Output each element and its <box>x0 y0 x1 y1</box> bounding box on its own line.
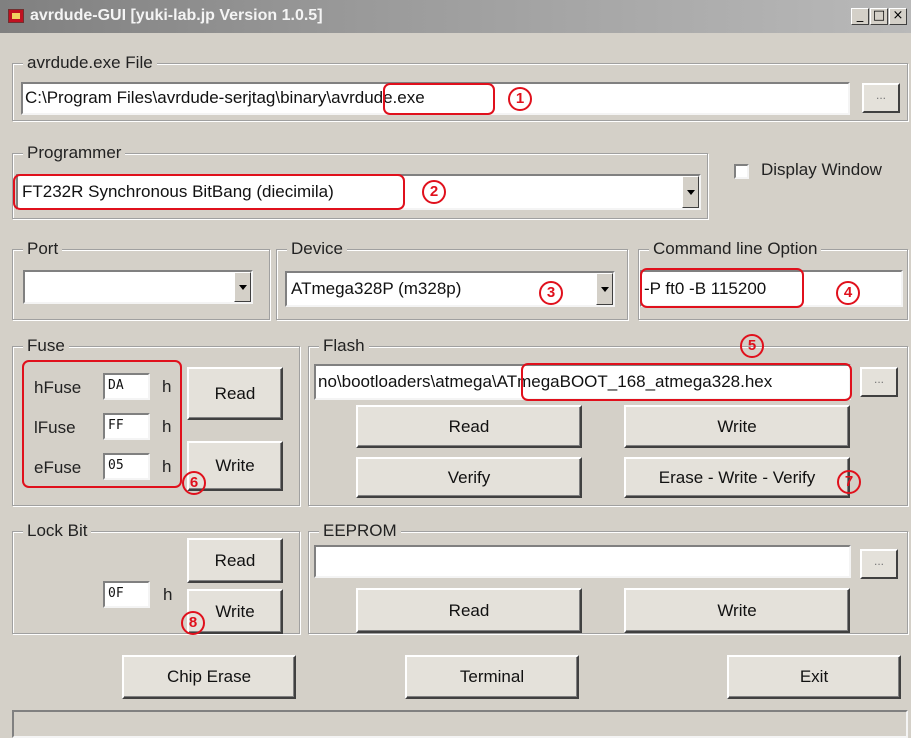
avrdude-browse-button[interactable]: ... <box>862 83 900 113</box>
chip-erase-label: Chip Erase <box>166 667 252 686</box>
port-select[interactable] <box>23 270 253 304</box>
efuse-label: eFuse <box>34 458 82 477</box>
command-line-input[interactable]: -P ft0 -B 115200 <box>640 270 903 307</box>
status-bar <box>12 710 908 738</box>
minimize-button[interactable]: _ <box>851 8 869 25</box>
eeprom-path-input[interactable] <box>314 545 851 578</box>
flash-verify-label: Verify <box>447 467 491 487</box>
flash-label: Flash <box>319 336 369 356</box>
eeprom-write-button[interactable]: Write <box>624 588 850 633</box>
lock-bit-label: Lock Bit <box>23 521 92 541</box>
flash-erase-write-verify-button[interactable]: Erase - Write - Verify <box>624 457 850 498</box>
avrdude-path-input[interactable]: C:\Program Files\avrdude-serjtag\binary\… <box>21 82 850 115</box>
eeprom-write-label: Write <box>717 600 757 620</box>
lock-bit-read-button[interactable]: Read <box>187 538 283 583</box>
hfuse-label: hFuse <box>34 378 82 397</box>
avrdude-path-exe: avrdude.exe <box>331 88 425 107</box>
fuse-label: Fuse <box>23 336 69 356</box>
flash-erase-write-verify-label: Erase - Write - Verify <box>658 467 816 487</box>
terminal-button[interactable]: Terminal <box>405 655 579 699</box>
efuse-input[interactable]: 05 <box>103 453 150 480</box>
display-window-label: Display Window <box>761 160 882 179</box>
annotation-marker-6: 6 <box>182 471 206 495</box>
annotation-marker-5: 5 <box>740 334 764 358</box>
flash-write-button[interactable]: Write <box>624 405 850 448</box>
avrdude-path-prefix: C:\Program Files\avrdude-serjtag\binary\ <box>25 88 332 107</box>
exit-button[interactable]: Exit <box>727 655 901 699</box>
command-line-label: Command line Option <box>649 239 822 259</box>
flash-read-button[interactable]: Read <box>356 405 582 448</box>
flash-path-input[interactable]: no\bootloaders\atmega\ATmegaBOOT_168_atm… <box>314 364 851 400</box>
display-window-checkbox[interactable] <box>734 164 749 179</box>
fuse-write-label: Write <box>215 456 255 475</box>
eeprom-read-label: Read <box>448 600 490 620</box>
app-window: avrdude-GUI [yuki-lab.jp Version 1.0.5] … <box>0 0 911 738</box>
eeprom-read-button[interactable]: Read <box>356 588 582 633</box>
close-button[interactable]: × <box>889 8 907 25</box>
programmer-select[interactable]: FT232R Synchronous BitBang (diecimila) <box>16 174 701 210</box>
annotation-marker-4: 4 <box>836 281 860 305</box>
device-label: Device <box>287 239 347 259</box>
exit-label: Exit <box>799 667 829 686</box>
maximize-button[interactable]: □ <box>870 8 888 25</box>
avrdude-file-label: avrdude.exe File <box>23 53 157 73</box>
port-dropdown-icon[interactable] <box>234 272 251 302</box>
device-select[interactable]: ATmega328P (m328p) <box>285 271 615 307</box>
flash-browse-button[interactable]: ... <box>860 367 898 397</box>
lock-bit-read-label: Read <box>214 550 256 570</box>
programmer-label: Programmer <box>23 143 126 163</box>
lfuse-suffix: h <box>162 417 172 436</box>
lock-bit-input[interactable]: 0F <box>103 581 150 608</box>
port-label: Port <box>23 239 63 259</box>
window-title: avrdude-GUI [yuki-lab.jp Version 1.0.5] <box>30 7 323 24</box>
eeprom-label: EEPROM <box>319 521 401 541</box>
flash-path-file: ATmegaBOOT_168_atmega328.hex <box>496 372 773 391</box>
fuse-read-label: Read <box>214 383 256 403</box>
terminal-label: Terminal <box>459 667 525 686</box>
programmer-dropdown-icon[interactable] <box>682 176 699 208</box>
chip-erase-button[interactable]: Chip Erase <box>122 655 296 699</box>
lock-bit-suffix: h <box>163 585 173 604</box>
device-selected: ATmega328P (m328p) <box>291 279 462 298</box>
annotation-marker-8: 8 <box>181 611 205 635</box>
annotation-marker-2: 2 <box>422 180 446 204</box>
device-dropdown-icon[interactable] <box>596 273 613 305</box>
lfuse-label: lFuse <box>34 418 76 437</box>
hfuse-input[interactable]: DA <box>103 373 150 400</box>
lfuse-input[interactable]: FF <box>103 413 150 440</box>
flash-read-label: Read <box>448 416 490 436</box>
annotation-marker-7: 7 <box>837 470 861 494</box>
annotation-marker-3: 3 <box>539 281 563 305</box>
efuse-suffix: h <box>162 457 172 476</box>
app-icon[interactable] <box>8 9 24 23</box>
programmer-selected: FT232R Synchronous BitBang (diecimila) <box>22 182 334 201</box>
hfuse-suffix: h <box>162 377 172 396</box>
title-bar[interactable]: avrdude-GUI [yuki-lab.jp Version 1.0.5] … <box>0 0 911 33</box>
flash-write-label: Write <box>717 416 757 436</box>
fuse-read-button[interactable]: Read <box>187 367 283 420</box>
flash-verify-button[interactable]: Verify <box>356 457 582 498</box>
flash-path-prefix: no\bootloaders\atmega\ <box>318 372 497 391</box>
annotation-marker-1: 1 <box>508 87 532 111</box>
eeprom-browse-button[interactable]: ... <box>860 549 898 579</box>
